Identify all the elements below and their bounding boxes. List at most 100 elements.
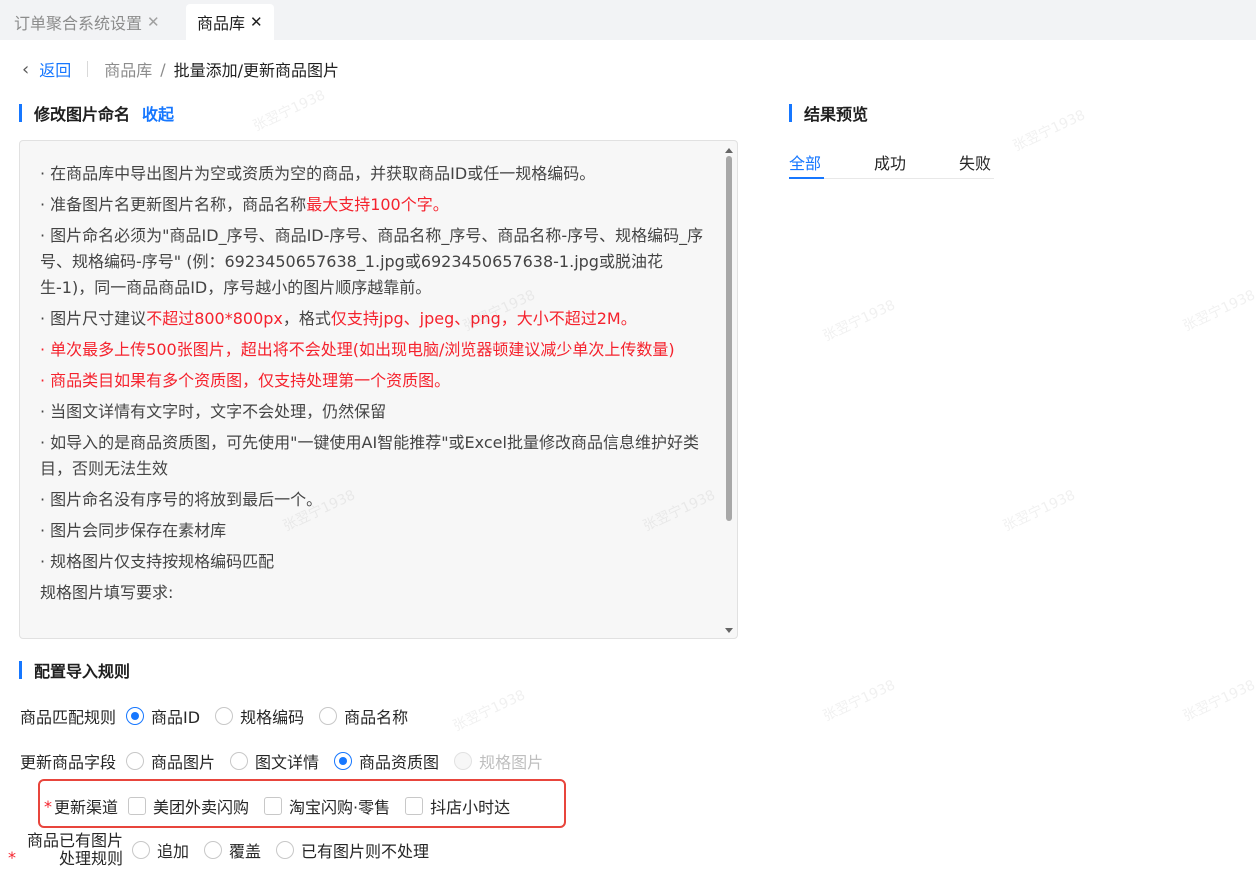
field-option-detail[interactable]: 图文详情 — [230, 749, 319, 773]
option-label: 商品图片 — [151, 753, 216, 772]
option-label: 已有图片则不处理 — [301, 842, 430, 861]
field-option-product-image[interactable]: 商品图片 — [126, 749, 215, 773]
note-text: · 图片尺寸建议 — [40, 309, 147, 328]
channel-option-douyin[interactable]: 抖店小时达 — [405, 794, 510, 818]
note-item: · 如导入的是商品资质图，可先使用"一键使用AI智能推荐"或Excel批量修改商… — [40, 433, 699, 478]
radio-button[interactable] — [132, 841, 150, 859]
result-section-header: 结果预览 — [789, 101, 868, 125]
checkbox[interactable] — [128, 797, 147, 815]
required-mark: * — [8, 847, 16, 867]
note-item: · 准备图片名更新图片名称，商品名称最大支持100个字。 — [40, 192, 708, 218]
scroll-up-arrow-icon[interactable] — [725, 148, 733, 153]
channel-option-meituan[interactable]: 美团外卖闪购 — [128, 794, 249, 818]
scrollbar[interactable] — [722, 142, 736, 637]
checkbox[interactable] — [264, 797, 283, 815]
existing-option-skip[interactable]: 已有图片则不处理 — [276, 838, 429, 862]
title-accent-bar — [19, 104, 22, 122]
active-tab-indicator — [789, 177, 824, 179]
match-rule-label: 商品匹配规则 — [20, 708, 117, 727]
option-label: 规格编码 — [240, 708, 305, 727]
note-text: ，格式 — [282, 309, 331, 328]
tab-label: 商品库 — [197, 14, 246, 33]
field-option-spec-image: 规格图片 — [454, 749, 543, 773]
option-label: 淘宝闪购·零售 — [289, 798, 391, 817]
tab-order-aggregation-settings[interactable]: 订单聚合系统设置 ✕ — [0, 4, 180, 40]
breadcrumb: ‹ 返回 商品库 / 批量添加/更新商品图片 — [22, 57, 340, 81]
note-item: · 图片会同步保存在素材库 — [40, 521, 227, 540]
radio-button[interactable] — [126, 752, 145, 770]
existing-rule-label: 商品已有图片 处理规则 — [18, 832, 123, 868]
scrollbar-thumb[interactable] — [726, 156, 732, 521]
tab-success[interactable]: 成功 — [874, 150, 906, 174]
instructions-content: · 在商品库中导出图片为空或资质为空的商品，并获取商品ID或任一规格编码。 · … — [40, 161, 708, 611]
breadcrumb-current: 批量添加/更新商品图片 — [173, 61, 340, 80]
option-label: 规格图片 — [479, 753, 544, 772]
tab-product-library[interactable]: 商品库 ✕ — [186, 4, 274, 40]
note-item: · 当图文详情有文字时，文字不会处理，仍然保留 — [40, 402, 387, 421]
match-option-spec-code[interactable]: 规格编码 — [215, 704, 304, 728]
match-option-product-id[interactable]: 商品ID — [126, 704, 200, 728]
watermark: 张翌宁1938 — [250, 87, 328, 135]
note-item: 规格图片填写要求: — [40, 583, 174, 602]
rules-section-header: 配置导入规则 — [19, 658, 130, 682]
channel-row: * 更新渠道 美团外卖闪购 淘宝闪购·零售 抖店小时达 — [44, 794, 525, 818]
existing-image-rule-row: * 商品已有图片 处理规则 追加 覆盖 已有图片则不处理 — [8, 832, 444, 868]
option-label: 商品资质图 — [359, 753, 440, 772]
tab-bar: 订单聚合系统设置 ✕ 商品库 ✕ — [0, 0, 1256, 40]
match-option-product-name[interactable]: 商品名称 — [319, 704, 408, 728]
chevron-left-icon[interactable]: ‹ — [22, 59, 29, 80]
checkbox[interactable] — [405, 797, 424, 815]
rename-section-header: 修改图片命名 收起 — [19, 101, 174, 125]
option-label: 商品ID — [151, 708, 201, 727]
title-accent-bar — [789, 104, 792, 122]
tab-label: 订单聚合系统设置 — [14, 14, 143, 33]
note-item: · 图片命名没有序号的将放到最后一个。 — [40, 490, 323, 509]
label-line: 商品已有图片 — [26, 831, 123, 850]
radio-button[interactable] — [276, 841, 295, 859]
breadcrumb-parent[interactable]: 商品库 — [104, 57, 152, 81]
radio-button — [454, 752, 473, 770]
note-item: · 图片尺寸建议不超过800*800px，格式仅支持jpg、jpeg、png，大… — [40, 306, 708, 332]
radio-button[interactable] — [230, 752, 249, 770]
watermark: 张翌宁1938 — [1180, 287, 1256, 335]
note-item: · 单次最多上传500张图片，超出将不会处理(如出现电脑/浏览器顿建议减少单次上… — [40, 340, 675, 359]
note-highlight: 不超过800*800px — [146, 309, 283, 328]
channel-option-taobao[interactable]: 淘宝闪购·零售 — [264, 794, 390, 818]
required-mark: * — [44, 796, 52, 816]
watermark: 张翌宁1938 — [450, 687, 528, 735]
note-item: · 图片命名必须为"商品ID_序号、商品ID-序号、商品名称_序号、商品名称-序… — [40, 226, 704, 297]
radio-button[interactable] — [334, 752, 353, 770]
close-icon[interactable]: ✕ — [147, 13, 160, 31]
radio-button[interactable] — [126, 707, 145, 725]
radio-button[interactable] — [215, 707, 234, 725]
option-label: 美团外卖闪购 — [153, 798, 250, 817]
close-icon[interactable]: ✕ — [250, 13, 263, 31]
note-item: · 商品类目如果有多个资质图，仅支持处理第一个资质图。 — [40, 371, 451, 390]
update-field-label: 更新商品字段 — [20, 753, 117, 772]
note-highlight: 最大支持100个字。 — [306, 195, 449, 214]
breadcrumb-separator: / — [160, 59, 166, 79]
watermark: 张翌宁1938 — [1180, 677, 1256, 725]
title-accent-bar — [19, 661, 22, 679]
radio-button[interactable] — [319, 707, 338, 725]
tab-all[interactable]: 全部 — [789, 150, 821, 174]
radio-button[interactable] — [204, 841, 223, 859]
option-label: 抖店小时达 — [430, 798, 511, 817]
existing-option-append[interactable]: 追加 — [132, 838, 189, 862]
watermark: 张翌宁1938 — [1000, 487, 1078, 535]
tab-failed[interactable]: 失败 — [959, 150, 991, 174]
collapse-link[interactable]: 收起 — [142, 101, 174, 125]
option-label: 追加 — [157, 842, 190, 861]
rules-section-title: 配置导入规则 — [34, 662, 131, 681]
option-label: 图文详情 — [255, 753, 320, 772]
rename-section-title: 修改图片命名 — [34, 105, 131, 124]
field-option-qualification-image[interactable]: 商品资质图 — [334, 749, 439, 773]
scroll-down-arrow-icon[interactable] — [725, 628, 733, 633]
instructions-box[interactable]: · 在商品库中导出图片为空或资质为空的商品，并获取商品ID或任一规格编码。 · … — [19, 140, 738, 639]
option-label: 覆盖 — [229, 842, 262, 861]
existing-option-overwrite[interactable]: 覆盖 — [204, 838, 261, 862]
note-highlight: 仅支持jpg、jpeg、png，大小不超过2M。 — [330, 309, 637, 328]
back-link[interactable]: 返回 — [39, 57, 71, 81]
watermark: 张翌宁1938 — [820, 297, 898, 345]
match-rule-row: 商品匹配规则 商品ID 规格编码 商品名称 — [20, 704, 423, 728]
